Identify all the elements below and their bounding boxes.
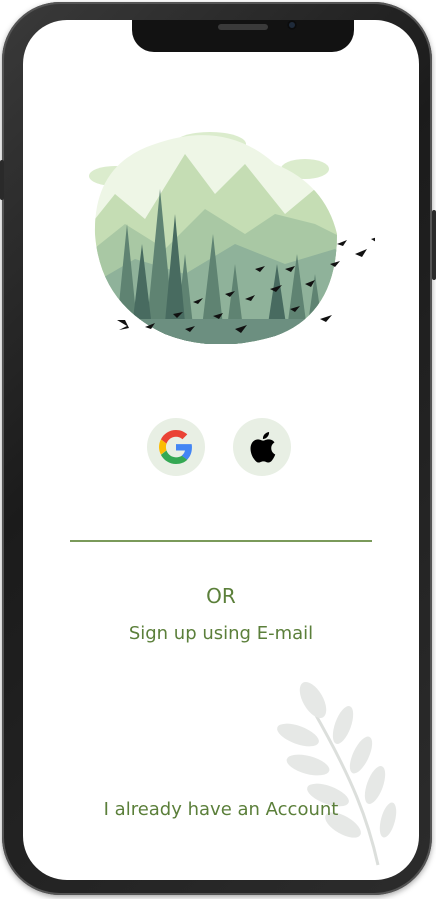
email-signup-link[interactable]: Sign up using E-mail: [23, 623, 419, 644]
app-screen: OR Sign up using E-mail I already have a…: [23, 20, 419, 880]
section-divider: [70, 540, 372, 542]
google-icon: [159, 430, 192, 464]
leaf-branch-illustration: [277, 681, 397, 866]
existing-account-link[interactable]: I already have an Account: [23, 799, 419, 820]
social-login-row: [147, 418, 297, 478]
forest-hero-illustration: [89, 132, 375, 344]
power-button: [432, 210, 436, 280]
or-separator-label: OR: [206, 584, 236, 608]
apple-signin-button[interactable]: [233, 418, 291, 476]
earpiece-speaker: [218, 24, 268, 30]
google-signin-button[interactable]: [147, 418, 205, 476]
volume-button: [0, 160, 4, 200]
phone-frame: OR Sign up using E-mail I already have a…: [2, 2, 432, 895]
front-camera: [287, 20, 297, 30]
phone-notch: [132, 20, 354, 52]
apple-icon: [250, 431, 276, 463]
